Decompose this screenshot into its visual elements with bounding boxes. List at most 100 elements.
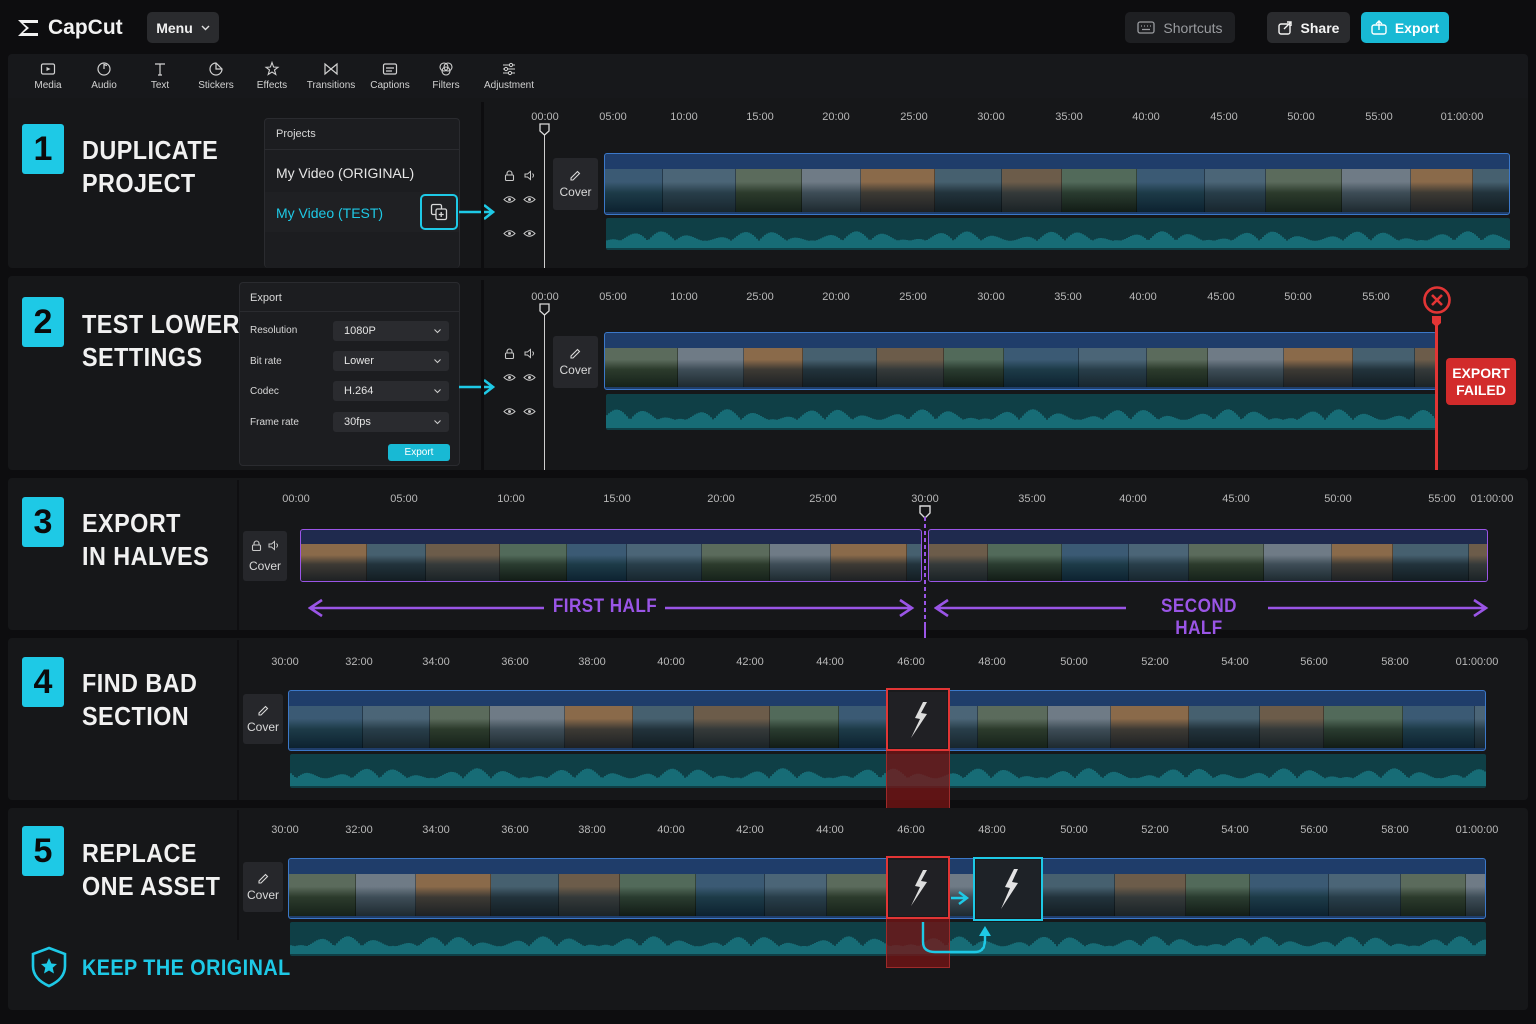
cover-button-2[interactable]: Cover [553,336,598,388]
panel-divider [240,311,459,312]
track-controls-3: Cover [243,531,287,581]
playhead-1[interactable] [544,133,545,268]
eye-icon[interactable] [523,195,536,204]
ruler-tick: 30:00 [271,824,299,836]
toolbar-effects[interactable]: Effects [244,61,300,91]
codec-select[interactable]: H.264 [333,381,449,401]
toolbar-captions[interactable]: Captions [362,61,418,91]
ruler-tick: 10:00 [497,493,525,505]
cover-button-4[interactable]: Cover [243,694,283,744]
toolbar-adjustment[interactable]: Adjustment [474,61,544,91]
filmstrip-frame [1062,544,1129,581]
project-item-test[interactable]: My Video (TEST) [276,205,383,221]
playhead-handle-icon[interactable] [539,123,550,136]
step-1-title: DUPLICATE PROJECT [82,135,219,198]
filmstrip-frame [1469,544,1487,581]
eye-icon[interactable] [503,373,516,382]
filmstrip-frame [770,706,839,748]
captions-icon [382,63,398,75]
ruler-tick: 46:00 [897,656,925,668]
shortcuts-button[interactable]: Shortcuts [1125,12,1235,43]
second-half-clip[interactable] [928,529,1488,582]
video-track-1[interactable] [604,153,1510,215]
filmstrip-frame [1415,348,1436,387]
playhead-handle-icon[interactable] [539,303,550,316]
eye-icon[interactable] [503,407,516,416]
audio-waveform-1[interactable] [606,218,1510,250]
toolbar-stickers[interactable]: Stickers [188,61,244,91]
ruler-tick: 52:00 [1141,824,1169,836]
menu-button[interactable]: Menu [147,12,219,43]
cover-label[interactable]: Cover [243,559,287,573]
toolbar-stickers-label: Stickers [198,80,234,91]
framerate-label: Frame rate [250,417,299,428]
filmstrip-3b [929,544,1487,581]
eye-icon[interactable] [523,407,536,416]
framerate-select[interactable]: 30fps [333,412,449,432]
export-settings-button[interactable]: Export [388,444,450,461]
ruler-tick: 05:00 [390,493,418,505]
filmstrip-frame [1208,348,1284,387]
ruler-tick: 01:00:00 [1455,656,1499,668]
toolbar-text[interactable]: Text [132,61,188,91]
ruler-tick: 52:00 [1141,656,1169,668]
filmstrip-frame [929,544,988,581]
toolbar-filters[interactable]: Filters [418,61,474,91]
filmstrip-frame [770,544,831,581]
filmstrip-frame [1111,706,1189,748]
arrow-right-icon [459,203,496,221]
audio-waveform-2[interactable] [606,394,1437,430]
ruler-tick: 34:00 [422,824,450,836]
ruler-tick: 36:00 [501,656,529,668]
replacement-clip[interactable] [973,857,1043,921]
filmstrip-frame [559,874,620,916]
panel-separator [481,102,484,268]
ruler-tick: 38:00 [578,656,606,668]
toolbar-media[interactable]: Media [20,61,76,91]
ruler-tick: 42:00 [736,656,764,668]
share-button[interactable]: Share [1267,12,1350,43]
toolbar-audio-label: Audio [91,80,117,91]
eye-icon[interactable] [523,373,536,382]
bitrate-select[interactable]: Lower [333,351,449,371]
framerate-value: 30fps [344,416,371,428]
bad-clip[interactable] [886,688,950,751]
ruler-tick: 50:00 [1060,824,1088,836]
duplicate-button[interactable] [420,194,458,230]
eye-icon[interactable] [503,195,516,204]
playhead-2[interactable] [544,313,545,470]
lock-icon[interactable] [504,348,515,359]
export-panel-title: Export [250,292,282,304]
ruler-tick: 25:00 [746,291,774,303]
cover-button-1[interactable]: Cover [553,158,598,210]
video-track-2[interactable] [604,332,1437,390]
step-1-badge: 1 [22,124,64,174]
eye-icon[interactable] [523,229,536,238]
filmstrip-frame [627,544,702,581]
ruler-tick: 58:00 [1381,656,1409,668]
toolbar-transitions[interactable]: Transitions [300,61,362,91]
resolution-select[interactable]: 1080P [333,321,449,341]
cover-button-5[interactable]: Cover [243,862,283,912]
bad-clip[interactable] [886,856,950,919]
first-half-clip[interactable] [300,529,922,582]
filmstrip-frame [944,348,1004,387]
lock-icon[interactable] [251,540,262,551]
eye-icon[interactable] [503,229,516,238]
ruler-tick: 50:00 [1060,656,1088,668]
speaker-icon[interactable] [524,348,536,359]
export-button[interactable]: Export [1361,12,1449,43]
timeline-ruler-2: 00:00 05:00 10:00 25:00 20:00 25:00 30:00 35:00… [500,291,1400,305]
speaker-icon[interactable] [268,540,280,551]
ruler-tick: 30:00 [911,493,939,505]
lock-icon[interactable] [504,170,515,181]
replace-arrow-icon [951,891,969,905]
toolbar-audio[interactable]: Audio [76,61,132,91]
filmstrip-frame [1266,169,1342,212]
filmstrip-frame [1342,169,1411,212]
waveform-path [606,231,1510,248]
ruler-tick: 05:00 [599,291,627,303]
speaker-icon[interactable] [524,170,536,181]
filmstrip-frame [567,544,627,581]
project-item-original[interactable]: My Video (ORIGINAL) [276,165,414,181]
